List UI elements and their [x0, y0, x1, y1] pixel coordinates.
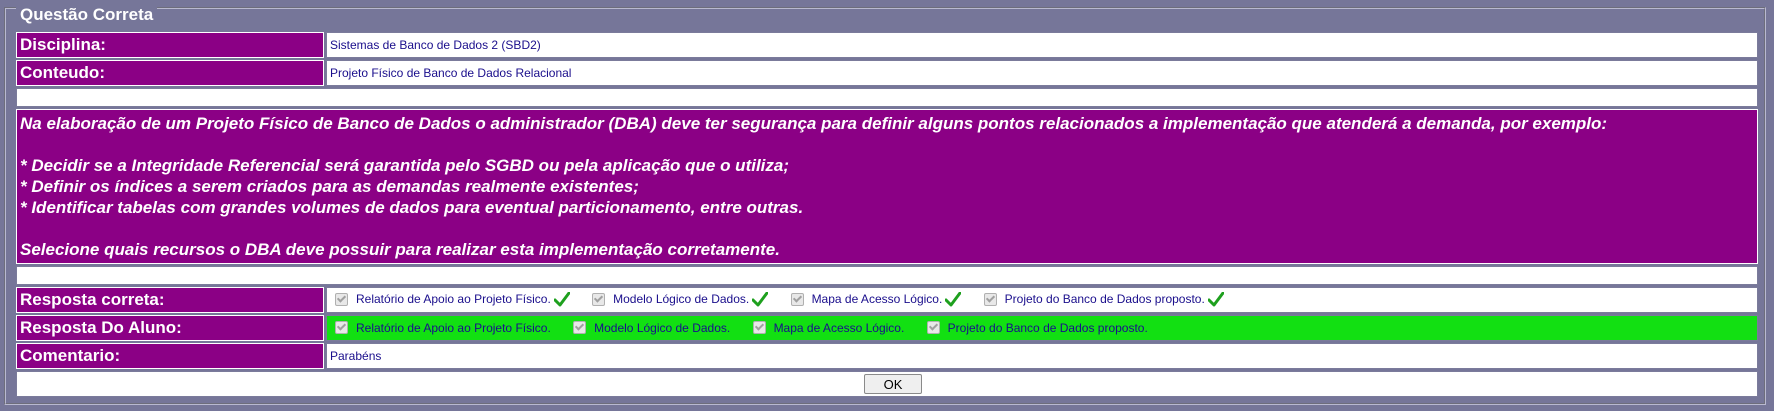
option-label: Projeto do Banco de Dados proposto. — [1004, 292, 1205, 307]
spacer-row — [16, 266, 1758, 285]
green-checkmark-icon — [1207, 291, 1224, 307]
disabled-checkbox — [790, 292, 804, 306]
question-bullet: * Identificar tabelas com grandes volume… — [20, 198, 804, 217]
resposta-aluno-label: Resposta Do Aluno: — [16, 315, 324, 341]
correct-option: Mapa de Acesso Lógico. — [786, 291, 962, 307]
ok-button[interactable]: OK — [864, 374, 922, 394]
question-bullet: * Definir os índices a serem criados par… — [20, 177, 639, 196]
comentario-label: Comentario: — [16, 343, 324, 369]
student-option: Projeto do Banco de Dados proposto. — [922, 321, 1148, 335]
resposta-correta-options: Relatório de Apoio ao Projeto Físico. Mo… — [326, 287, 1758, 313]
green-checkmark-icon — [553, 291, 570, 307]
spacer-row — [16, 88, 1758, 107]
disabled-checkbox — [573, 321, 587, 335]
option-label: Relatório de Apoio ao Projeto Físico. — [356, 292, 551, 307]
disabled-checkbox — [752, 321, 766, 335]
student-option: Relatório de Apoio ao Projeto Físico. — [330, 321, 551, 335]
disabled-checkbox — [983, 292, 997, 306]
resposta-correta-label: Resposta correta: — [16, 287, 324, 313]
disciplina-label: Disciplina: — [16, 32, 324, 58]
comentario-value: Parabéns — [326, 343, 1758, 369]
student-option: Modelo Lógico de Dados. — [568, 321, 730, 335]
disciplina-value: Sistemas de Banco de Dados 2 (SBD2) — [326, 32, 1758, 58]
disabled-checkbox — [926, 321, 940, 335]
question-closing: Selecione quais recursos o DBA deve poss… — [20, 240, 780, 259]
option-label: Modelo Lógico de Dados. — [613, 292, 750, 307]
option-label: Mapa de Acesso Lógico. — [811, 292, 943, 307]
question-bullet: * Decidir se a Integridade Referencial s… — [20, 156, 790, 175]
disabled-checkbox — [335, 292, 348, 306]
question-table: Disciplina: Sistemas de Banco de Dados 2… — [14, 30, 1760, 399]
resposta-aluno-options: Relatório de Apoio ao Projeto Físico. Mo… — [326, 315, 1758, 341]
fieldset-legend: Questão Correta — [16, 6, 158, 24]
ok-row: OK — [16, 371, 1758, 397]
option-label: Relatório de Apoio ao Projeto Físico. — [356, 320, 551, 335]
option-label: Mapa de Acesso Lógico. — [773, 320, 905, 335]
student-option: Mapa de Acesso Lógico. — [748, 320, 905, 335]
disabled-checkbox — [335, 321, 348, 335]
correct-option: Relatório de Apoio ao Projeto Físico. — [330, 291, 570, 307]
green-checkmark-icon — [945, 291, 962, 307]
conteudo-value: Projeto Físico de Banco de Dados Relacio… — [326, 60, 1758, 86]
conteudo-label: Conteudo: — [16, 60, 324, 86]
correct-option: Modelo Lógico de Dados. — [587, 291, 769, 307]
option-label: Projeto do Banco de Dados proposto. — [947, 320, 1148, 335]
correct-option: Projeto do Banco de Dados proposto. — [979, 291, 1224, 307]
question-intro: Na elaboração de um Projeto Físico de Ba… — [20, 114, 1608, 133]
disabled-checkbox — [592, 292, 606, 306]
question-text: Na elaboração de um Projeto Físico de Ba… — [16, 109, 1758, 264]
green-checkmark-icon — [752, 291, 769, 307]
option-label: Modelo Lógico de Dados. — [594, 320, 731, 335]
